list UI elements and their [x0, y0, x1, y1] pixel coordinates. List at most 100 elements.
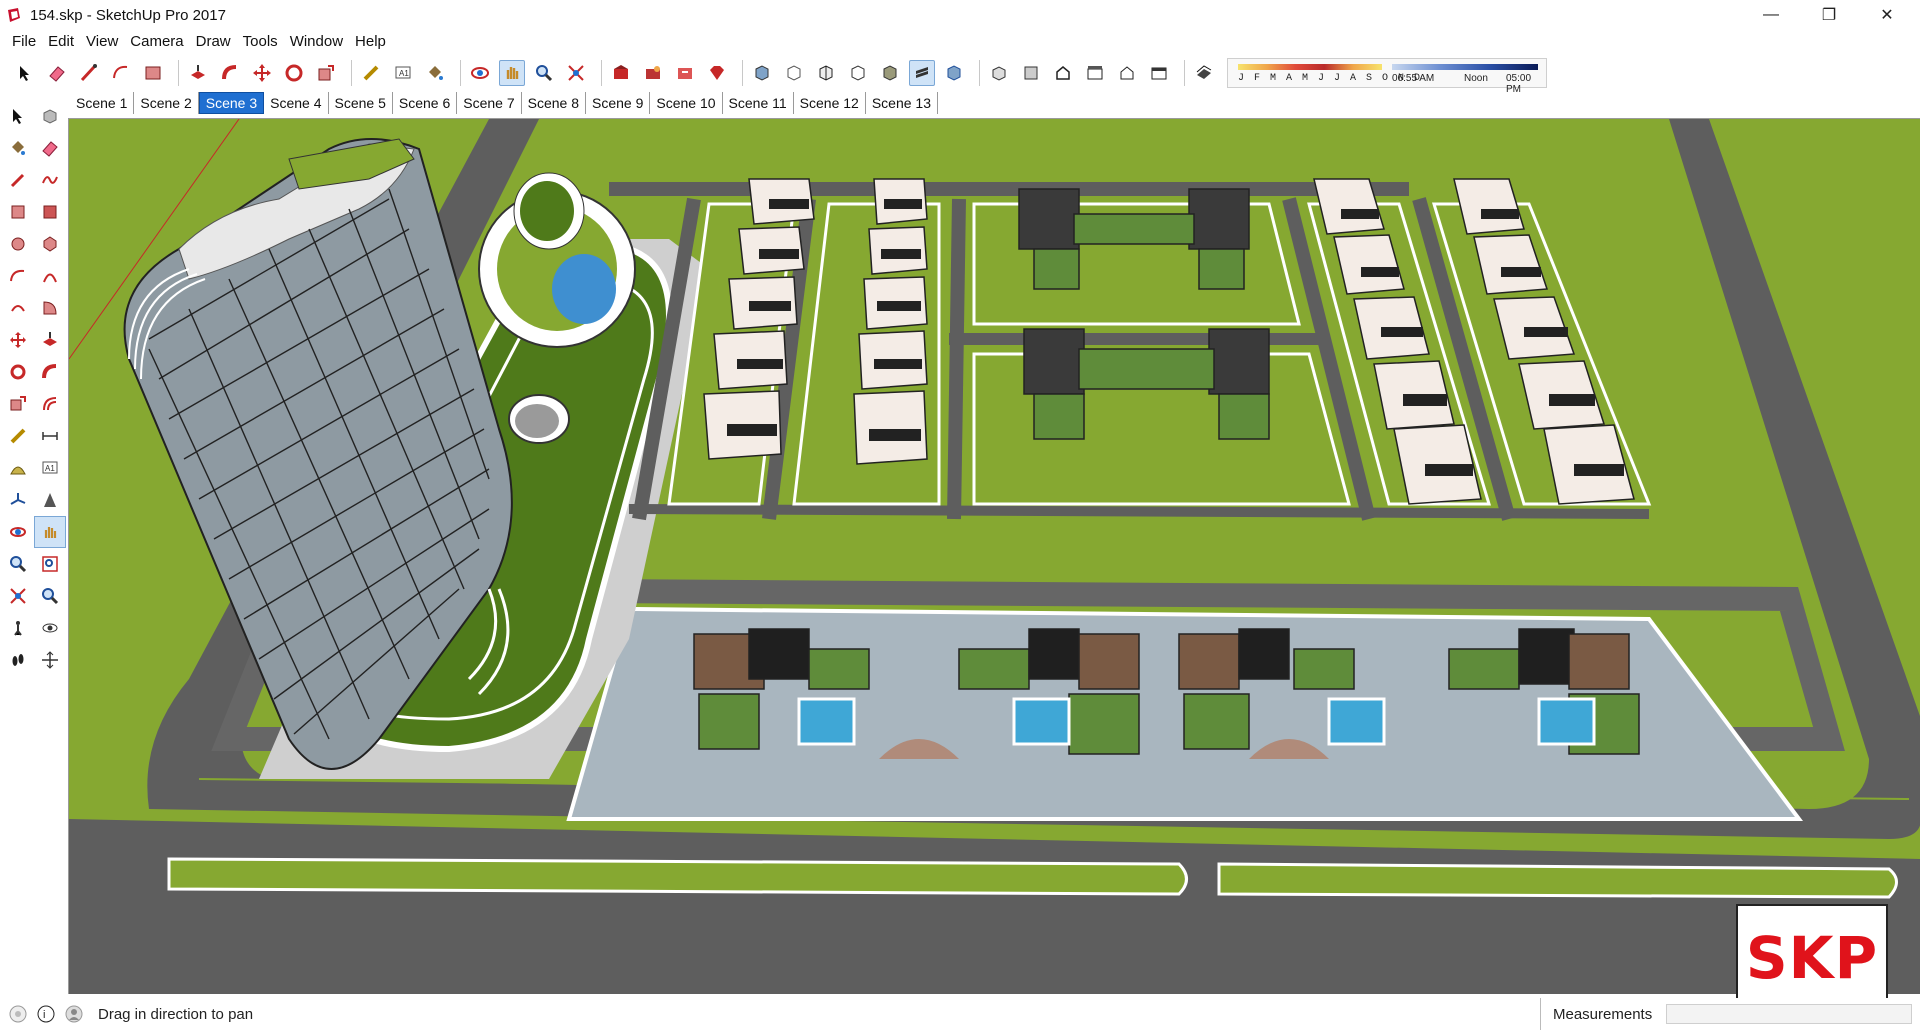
pie-tool-icon[interactable] [34, 292, 66, 324]
eraser-tool-icon[interactable] [44, 60, 70, 86]
tape-measure-tool-icon[interactable] [358, 60, 384, 86]
menu-tools[interactable]: Tools [237, 31, 284, 53]
user-account-icon[interactable] [64, 1004, 84, 1024]
front-view-icon[interactable] [1050, 60, 1076, 86]
offset-tool-icon[interactable] [34, 388, 66, 420]
text-tool-icon[interactable]: A1 [390, 60, 416, 86]
extension-warehouse-icon[interactable] [672, 60, 698, 86]
left-view-icon[interactable] [1146, 60, 1172, 86]
credits-icon[interactable]: i [36, 1004, 56, 1024]
tape-measure-tool-icon[interactable] [2, 420, 34, 452]
shaded-textures-style-icon[interactable] [877, 60, 903, 86]
zoom-extents-tool-icon[interactable] [2, 580, 34, 612]
dimension-tool-icon[interactable] [34, 420, 66, 452]
xray-style-icon[interactable] [749, 60, 775, 86]
tab-scene-13[interactable]: Scene 13 [866, 92, 939, 114]
rotated-rectangle-tool-icon[interactable] [34, 196, 66, 228]
rectangle-tool-icon[interactable] [140, 60, 166, 86]
select-tool-icon[interactable] [12, 60, 38, 86]
make-component-icon[interactable] [34, 100, 66, 132]
pan-tool-icon[interactable] [34, 516, 66, 548]
tab-scene-5[interactable]: Scene 5 [329, 92, 393, 114]
arc-tool-icon[interactable] [2, 260, 34, 292]
previous-view-icon[interactable] [34, 580, 66, 612]
follow-me-tool-icon[interactable] [34, 356, 66, 388]
measurements-input[interactable] [1666, 1004, 1912, 1024]
tab-scene-4[interactable]: Scene 4 [264, 92, 329, 114]
rotate-tool-icon[interactable] [281, 60, 307, 86]
wireframe-style-icon[interactable] [781, 60, 807, 86]
menu-file[interactable]: File [6, 31, 42, 53]
line-tool-icon[interactable] [76, 60, 102, 86]
walk-icon[interactable] [2, 644, 34, 676]
follow-me-tool-icon[interactable] [217, 60, 243, 86]
line-tool-icon[interactable] [2, 164, 34, 196]
scale-tool-icon[interactable] [313, 60, 339, 86]
section-fill-icon[interactable] [941, 60, 967, 86]
orbit-tool-icon[interactable] [467, 60, 493, 86]
hidden-line-style-icon[interactable] [813, 60, 839, 86]
paint-bucket-tool-icon[interactable] [2, 132, 34, 164]
push-pull-tool-icon[interactable] [185, 60, 211, 86]
move-tool-icon[interactable] [249, 60, 275, 86]
restore-button[interactable]: ❐ [1800, 0, 1858, 30]
look-around-icon[interactable] [34, 612, 66, 644]
axes-tool-icon[interactable] [2, 484, 34, 516]
push-pull-tool-icon[interactable] [34, 324, 66, 356]
tab-scene-1[interactable]: Scene 1 [70, 92, 135, 114]
rotate-tool-icon[interactable] [2, 356, 34, 388]
three-point-arc-tool-icon[interactable] [2, 292, 34, 324]
tab-scene-9[interactable]: Scene 9 [586, 92, 651, 114]
zoom-extents-tool-icon[interactable] [563, 60, 589, 86]
protractor-tool-icon[interactable] [2, 452, 34, 484]
tab-scene-10[interactable]: Scene 10 [650, 92, 723, 114]
tab-scene-6[interactable]: Scene 6 [393, 92, 458, 114]
circle-tool-icon[interactable] [2, 228, 34, 260]
paint-bucket-tool-icon[interactable] [422, 60, 448, 86]
zoom-tool-icon[interactable] [2, 548, 34, 580]
shaded-style-icon[interactable] [845, 60, 871, 86]
select-tool-icon[interactable] [2, 100, 34, 132]
menu-edit[interactable]: Edit [42, 31, 80, 53]
position-camera-icon[interactable] [2, 612, 34, 644]
zoom-window-tool-icon[interactable] [34, 548, 66, 580]
tab-scene-7[interactable]: Scene 7 [457, 92, 522, 114]
shadow-month-slider[interactable] [1238, 64, 1382, 70]
geolocation-icon[interactable] [8, 1004, 28, 1024]
text-tool-icon[interactable]: A1 [34, 452, 66, 484]
top-view-icon[interactable] [1018, 60, 1044, 86]
freehand-tool-icon[interactable] [34, 164, 66, 196]
tab-scene-2[interactable]: Scene 2 [134, 92, 199, 114]
tab-scene-8[interactable]: Scene 8 [522, 92, 586, 114]
zoom-tool-icon[interactable] [531, 60, 557, 86]
tab-scene-3[interactable]: Scene 3 [198, 92, 265, 114]
menu-view[interactable]: View [80, 31, 124, 53]
monochrome-style-icon[interactable] [909, 60, 935, 86]
menu-draw[interactable]: Draw [190, 31, 237, 53]
minimize-button[interactable]: — [1742, 0, 1800, 30]
rectangle-tool-icon[interactable] [2, 196, 34, 228]
pan-tool-icon[interactable] [499, 60, 525, 86]
tab-scene-11[interactable]: Scene 11 [723, 92, 794, 114]
eraser-tool-icon[interactable] [34, 132, 66, 164]
ruby-icon[interactable] [704, 60, 730, 86]
tab-scene-12[interactable]: Scene 12 [794, 92, 866, 114]
iso-view-icon[interactable] [986, 60, 1012, 86]
arc-tool-icon[interactable] [108, 60, 134, 86]
move-tool-icon[interactable] [2, 324, 34, 356]
polygon-tool-icon[interactable] [34, 228, 66, 260]
two-point-arc-tool-icon[interactable] [34, 260, 66, 292]
close-button[interactable]: ✕ [1858, 0, 1916, 30]
menu-window[interactable]: Window [284, 31, 349, 53]
right-view-icon[interactable] [1082, 60, 1108, 86]
menu-camera[interactable]: Camera [124, 31, 189, 53]
3d-text-tool-icon[interactable] [34, 484, 66, 516]
back-view-icon[interactable] [1114, 60, 1140, 86]
shadow-time-slider[interactable] [1392, 64, 1538, 70]
share-model-icon[interactable] [640, 60, 666, 86]
orbit-tool-icon[interactable] [2, 516, 34, 548]
warehouse-icon[interactable] [608, 60, 634, 86]
shadows-toggle-icon[interactable] [1191, 60, 1217, 86]
section-plane-icon[interactable] [34, 644, 66, 676]
scale-tool-icon[interactable] [2, 388, 34, 420]
